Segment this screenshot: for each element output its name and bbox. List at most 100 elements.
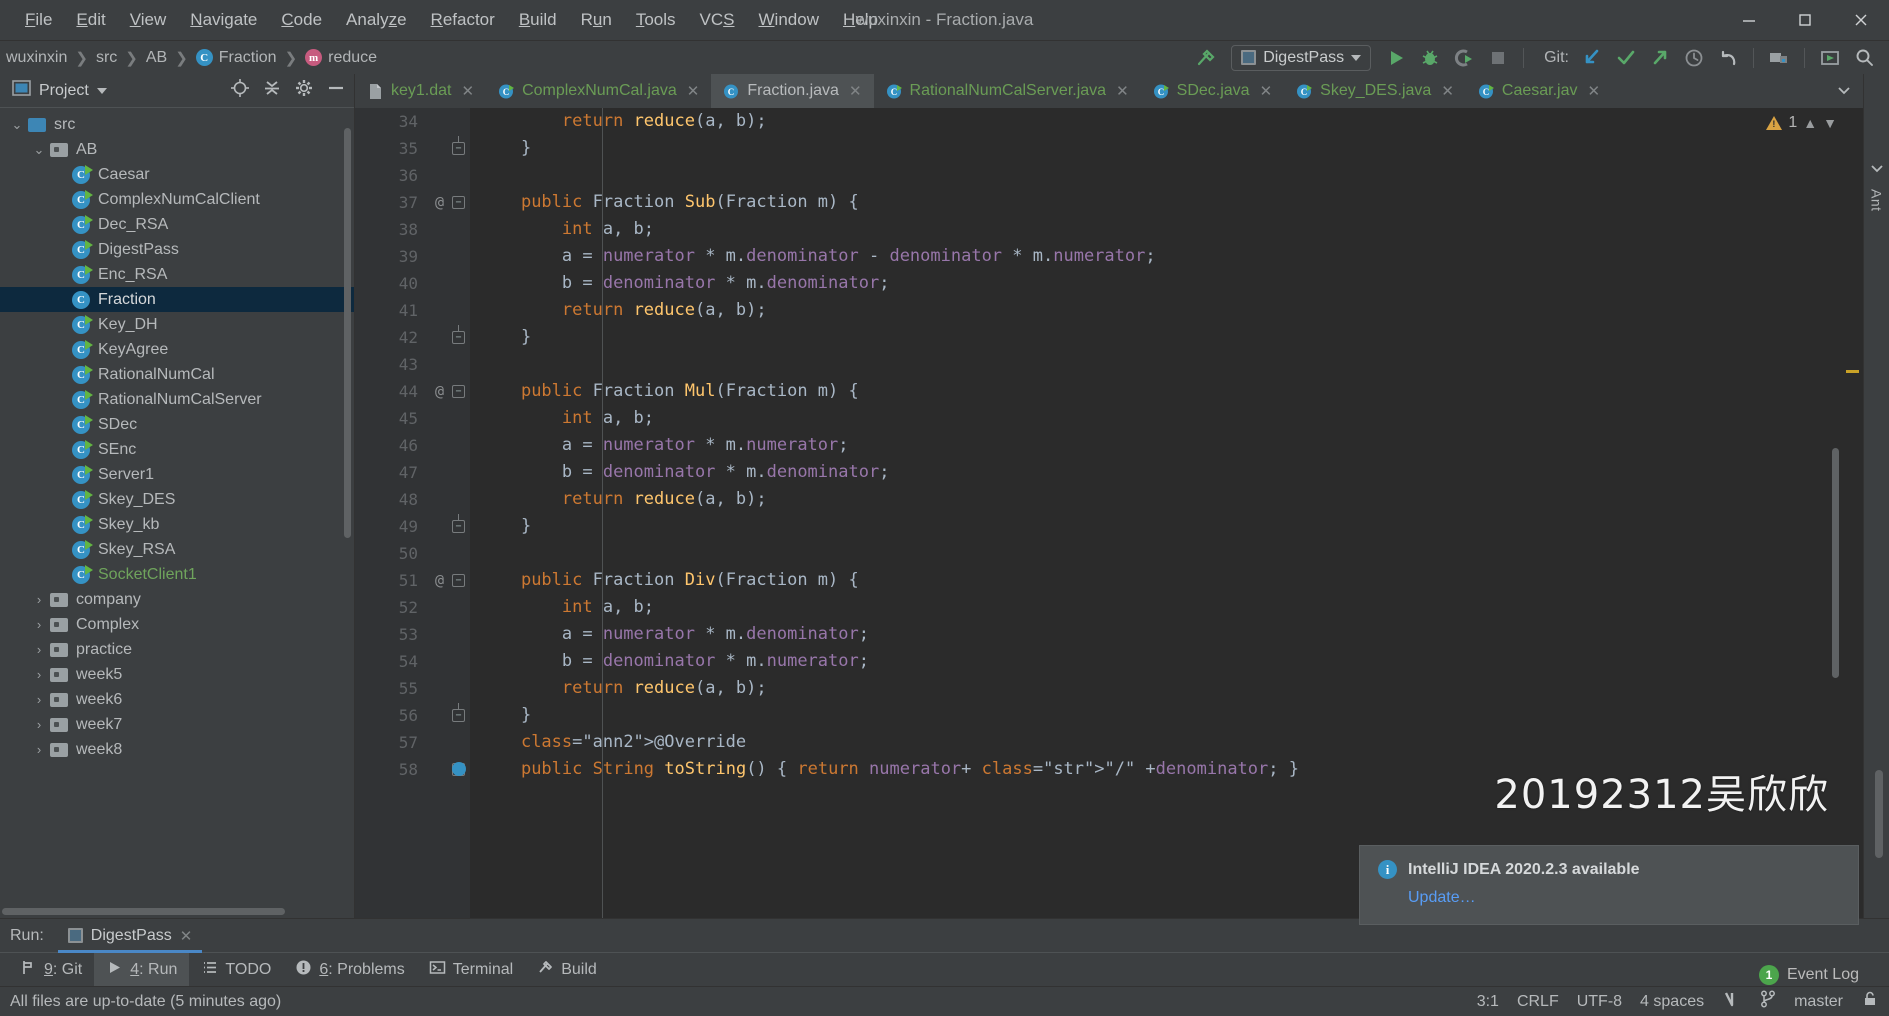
tree-node-complexnumcalclient[interactable]: ›CComplexNumCalClient — [0, 187, 354, 212]
gutter-line-48[interactable]: 48 — [355, 486, 470, 513]
chevron-right-icon[interactable]: › — [28, 642, 50, 657]
lock-icon[interactable] — [1861, 990, 1879, 1013]
code-line-36[interactable] — [480, 162, 1863, 189]
caret-position[interactable]: 3:1 — [1477, 993, 1499, 1011]
fold-start-icon[interactable]: − — [452, 196, 465, 209]
gutter-line-43[interactable]: 43 — [355, 351, 470, 378]
project-structure-icon[interactable] — [1764, 45, 1794, 71]
tree-node-caesar[interactable]: ›CCaesar — [0, 162, 354, 187]
inspection-summary[interactable]: 1 ▲ ▼ — [1766, 114, 1837, 132]
menu-vcs[interactable]: VCS — [689, 6, 746, 34]
tree-node-fraction[interactable]: ›CFraction — [0, 287, 354, 312]
breadcrumb-item-fraction[interactable]: C Fraction — [190, 47, 283, 69]
code-line-57[interactable]: class="ann2">@Override — [480, 729, 1863, 756]
menu-tools[interactable]: Tools — [625, 6, 687, 34]
tree-node-ab[interactable]: ⌄ AB — [0, 137, 354, 162]
tab-list-chevron-icon[interactable] — [1825, 74, 1863, 108]
project-tree[interactable]: ⌄src⌄AB›CCaesar›CComplexNumCalClient›CDe… — [0, 108, 354, 918]
tree-node-practice[interactable]: › practice — [0, 637, 354, 662]
gutter-line-58[interactable]: 58− — [355, 756, 470, 783]
breadcrumb-item-src[interactable]: src — [90, 47, 123, 69]
tool-button-build[interactable]: Build — [525, 953, 609, 986]
debug-icon[interactable] — [1415, 45, 1445, 71]
run-with-coverage-icon[interactable] — [1449, 45, 1479, 71]
tool-button-9-git[interactable]: 9: Git — [8, 953, 94, 986]
line-separator[interactable]: CRLF — [1517, 993, 1559, 1011]
code-line-43[interactable] — [480, 351, 1863, 378]
tree-node-company[interactable]: › company — [0, 587, 354, 612]
code-line-49[interactable]: } — [480, 513, 1863, 540]
search-everywhere-icon[interactable] — [1849, 45, 1879, 71]
code-line-38[interactable]: int a, b; — [480, 216, 1863, 243]
run-tab-digestpass[interactable]: DigestPass ✕ — [57, 919, 203, 953]
inspection-icon[interactable] — [1722, 989, 1742, 1014]
code-line-56[interactable]: } — [480, 702, 1863, 729]
next-highlight-icon[interactable]: ▼ — [1823, 115, 1837, 131]
close-icon[interactable] — [1833, 0, 1889, 40]
chevron-right-icon[interactable]: › — [28, 742, 50, 757]
run-icon[interactable] — [1381, 45, 1411, 71]
notification-popup[interactable]: i IntelliJ IDEA 2020.2.3 available Updat… — [1359, 845, 1859, 925]
tree-node-week5[interactable]: › week5 — [0, 662, 354, 687]
override-annotation-marker[interactable]: @ — [435, 378, 444, 405]
close-icon[interactable]: ✕ — [180, 927, 193, 945]
breadcrumb-item-reduce[interactable]: m reduce — [299, 47, 383, 69]
code-line-44[interactable]: public Fraction Mul(Fraction m) { — [480, 378, 1863, 405]
gear-icon[interactable] — [294, 78, 314, 103]
tool-button-terminal[interactable]: Terminal — [417, 953, 525, 986]
close-icon[interactable]: ✕ — [461, 82, 474, 100]
tree-node-skey_rsa[interactable]: ›CSkey_RSA — [0, 537, 354, 562]
menu-code[interactable]: Code — [270, 6, 333, 34]
breadcrumb-item-ab[interactable]: AB — [140, 47, 173, 69]
menu-edit[interactable]: Edit — [65, 6, 116, 34]
fold-end-icon[interactable]: − — [452, 136, 465, 155]
menu-build[interactable]: Build — [508, 6, 568, 34]
tree-node-skey_kb[interactable]: ›CSkey_kb — [0, 512, 354, 537]
ant-tool-button[interactable]: Ant — [1869, 189, 1885, 212]
chevron-right-icon[interactable]: › — [28, 692, 50, 707]
history-icon[interactable] — [1679, 45, 1709, 71]
notification-update-link[interactable]: Update… — [1408, 889, 1840, 907]
minimize-icon[interactable] — [1721, 0, 1777, 40]
editor-tab-rationalnumcalserver-java[interactable]: C RationalNumCalServer.java ✕ — [874, 74, 1141, 108]
code-line-37[interactable]: public Fraction Sub(Fraction m) { — [480, 189, 1863, 216]
gutter-line-46[interactable]: 46 — [355, 432, 470, 459]
gutter-line-57[interactable]: 57 — [355, 729, 470, 756]
chevron-right-icon[interactable]: › — [28, 617, 50, 632]
code-editor[interactable]: 34 35−36 37 @ −38 39 40 41 42−43 44 @ −45 46 47 48 49−5… — [355, 108, 1863, 918]
gutter-line-41[interactable]: 41 — [355, 297, 470, 324]
editor-tab-skey-des-java[interactable]: C Skey_DES.java ✕ — [1284, 74, 1466, 108]
tree-node-week6[interactable]: › week6 — [0, 687, 354, 712]
tool-button-todo[interactable]: TODO — [189, 953, 283, 986]
code-line-46[interactable]: a = numerator * m.numerator; — [480, 432, 1863, 459]
code-line-40[interactable]: b = denominator * m.denominator; — [480, 270, 1863, 297]
commit-icon[interactable] — [1611, 45, 1641, 71]
push-icon[interactable] — [1645, 45, 1675, 71]
indent-setting[interactable]: 4 spaces — [1640, 993, 1704, 1011]
editor-tab-caesar-jav[interactable]: C Caesar.jav ✕ — [1466, 74, 1612, 108]
tree-node-digestpass[interactable]: ›CDigestPass — [0, 237, 354, 262]
hammer-icon[interactable] — [1191, 45, 1221, 71]
code-line-52[interactable]: int a, b; — [480, 594, 1863, 621]
tree-node-rationalnumcal[interactable]: ›CRationalNumCal — [0, 362, 354, 387]
chevron-right-icon[interactable]: › — [28, 717, 50, 732]
menu-refactor[interactable]: Refactor — [420, 6, 506, 34]
tree-node-dec_rsa[interactable]: ›CDec_RSA — [0, 212, 354, 237]
override-annotation-marker[interactable]: @ — [435, 189, 444, 216]
code-line-47[interactable]: b = denominator * m.denominator; — [480, 459, 1863, 486]
project-tree-horizontal-scrollbar[interactable] — [2, 908, 285, 915]
close-icon[interactable]: ✕ — [1116, 82, 1129, 100]
gutter-line-44[interactable]: 44 @ − — [355, 378, 470, 405]
menu-file[interactable]: File — [14, 6, 63, 34]
update-project-icon[interactable] — [1577, 45, 1607, 71]
run-method-gutter-icon[interactable] — [452, 762, 466, 776]
code-line-51[interactable]: public Fraction Div(Fraction m) { — [480, 567, 1863, 594]
gutter-line-45[interactable]: 45 — [355, 405, 470, 432]
menu-view[interactable]: View — [119, 6, 178, 34]
editor-code[interactable]: return reduce(a, b); } public Fraction S… — [470, 108, 1863, 918]
tree-node-key_dh[interactable]: ›CKey_DH — [0, 312, 354, 337]
gutter-line-56[interactable]: 56− — [355, 702, 470, 729]
editor-tab-fraction-java[interactable]: C Fraction.java ✕ — [711, 74, 874, 108]
code-line-42[interactable]: } — [480, 324, 1863, 351]
gutter-line-42[interactable]: 42− — [355, 324, 470, 351]
